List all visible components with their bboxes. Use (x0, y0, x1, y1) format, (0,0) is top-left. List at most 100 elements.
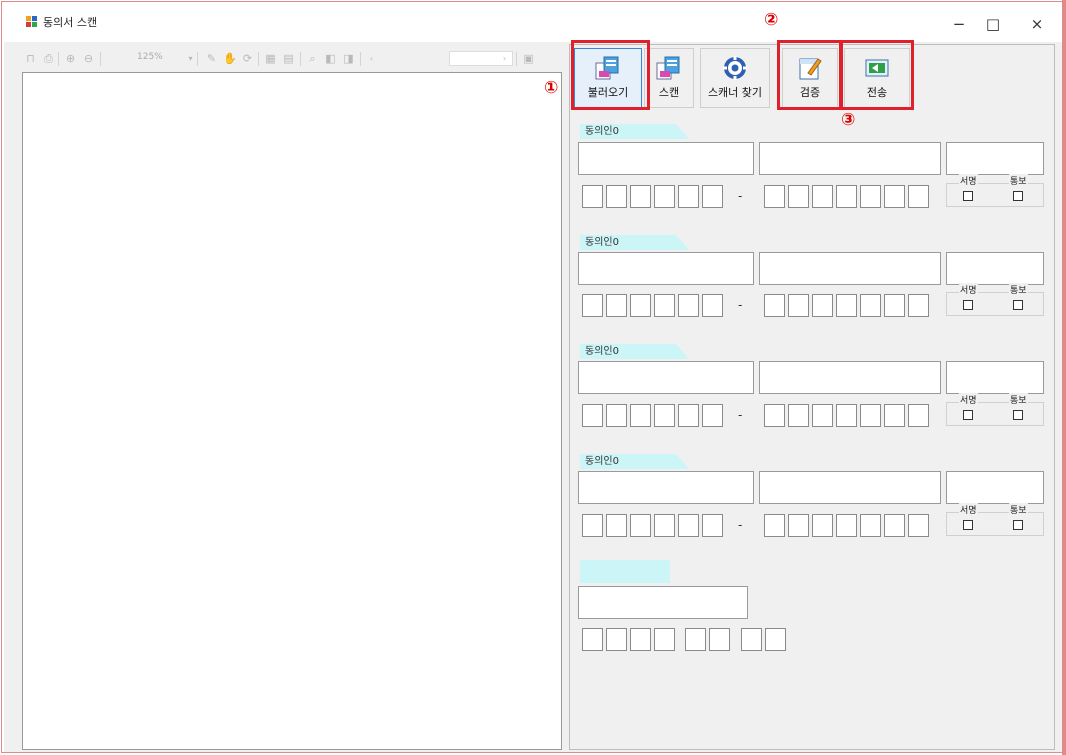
id-digit-cell[interactable] (678, 294, 699, 317)
id-digit-cell[interactable] (764, 404, 785, 427)
hand-icon[interactable]: ✋ (223, 52, 237, 65)
id-digit-cell[interactable] (654, 185, 675, 208)
id-digit-cell[interactable] (788, 514, 809, 537)
bottom-digit-cell[interactable] (709, 628, 730, 651)
zoom-in-icon[interactable]: ⊕ (64, 52, 77, 65)
id-digit-cell[interactable] (908, 294, 929, 317)
id-digit-cell[interactable] (702, 514, 723, 537)
fit-width-icon[interactable]: ▤ (282, 52, 295, 65)
id-digit-cell[interactable] (678, 404, 699, 427)
rotate-icon[interactable]: ⟳ (241, 52, 254, 65)
bottom-digit-cell[interactable] (582, 628, 603, 651)
id-digit-cell[interactable] (812, 404, 833, 427)
id-digit-cell[interactable] (884, 185, 905, 208)
id-digit-cell[interactable] (884, 404, 905, 427)
page-prev-icon[interactable]: ◧ (324, 52, 337, 65)
id-digit-cell[interactable] (702, 185, 723, 208)
id-digit-cell[interactable] (812, 185, 833, 208)
id-digit-cell[interactable] (678, 514, 699, 537)
id-digit-cell[interactable] (702, 404, 723, 427)
id-digit-cell[interactable] (884, 514, 905, 537)
id-digit-cell[interactable] (860, 404, 881, 427)
consenter-name-input[interactable] (578, 471, 754, 504)
consenter-extra-input[interactable] (946, 142, 1044, 175)
consenter-tab[interactable]: 동의인0 (580, 344, 689, 359)
consenter-relation-input[interactable] (759, 142, 941, 175)
id-digit-cell[interactable] (788, 294, 809, 317)
consenter-tab[interactable]: 동의인0 (580, 235, 689, 250)
id-digit-cell[interactable] (908, 404, 929, 427)
id-digit-cell[interactable] (836, 514, 857, 537)
consenter-relation-input[interactable] (759, 471, 941, 504)
zoom-dropdown-icon[interactable]: ▾ (184, 52, 197, 65)
consenter-tab[interactable]: 동의인0 (580, 454, 689, 469)
id-digit-cell[interactable] (702, 294, 723, 317)
select-icon[interactable]: ✎ (205, 52, 218, 65)
id-digit-cell[interactable] (764, 185, 785, 208)
notify-checkbox[interactable] (1013, 300, 1023, 310)
id-digit-cell[interactable] (764, 514, 785, 537)
zoom-out-icon[interactable]: ⊖ (82, 52, 95, 65)
consenter-name-input[interactable] (578, 252, 754, 285)
id-digit-cell[interactable] (884, 294, 905, 317)
id-digit-cell[interactable] (630, 185, 651, 208)
bottom-digit-cell[interactable] (741, 628, 762, 651)
id-digit-cell[interactable] (606, 294, 627, 317)
id-digit-cell[interactable] (908, 514, 929, 537)
close-button[interactable]: × (1025, 14, 1049, 34)
sign-checkbox[interactable] (963, 520, 973, 530)
id-digit-cell[interactable] (836, 294, 857, 317)
notify-checkbox[interactable] (1013, 191, 1023, 201)
minimize-button[interactable]: − (947, 14, 971, 34)
consenter-tab[interactable]: 동의인0 (580, 124, 689, 139)
save-icon[interactable]: ▣ (522, 52, 535, 65)
consenter-relation-input[interactable] (759, 252, 941, 285)
id-digit-cell[interactable] (678, 185, 699, 208)
search-icon[interactable]: ⌕ (306, 52, 319, 65)
first-page-icon[interactable]: ⊓ (24, 52, 37, 65)
sign-checkbox[interactable] (963, 410, 973, 420)
id-digit-cell[interactable] (788, 404, 809, 427)
consenter-name-input[interactable] (578, 142, 754, 175)
bottom-digit-cell[interactable] (654, 628, 675, 651)
title-bar[interactable]: 동의서 스캔 − □ × (2, 2, 1062, 42)
consenter-extra-input[interactable] (946, 361, 1044, 394)
id-digit-cell[interactable] (908, 185, 929, 208)
id-digit-cell[interactable] (582, 294, 603, 317)
bottom-digit-cell[interactable] (606, 628, 627, 651)
id-digit-cell[interactable] (606, 185, 627, 208)
zoom-level[interactable]: 125% (137, 52, 163, 62)
consenter-extra-input[interactable] (946, 252, 1044, 285)
id-digit-cell[interactable] (654, 404, 675, 427)
id-digit-cell[interactable] (654, 514, 675, 537)
id-digit-cell[interactable] (788, 185, 809, 208)
bottom-digit-cell[interactable] (685, 628, 706, 651)
id-digit-cell[interactable] (836, 404, 857, 427)
id-digit-cell[interactable] (582, 185, 603, 208)
fit-page-icon[interactable]: ▦ (264, 52, 277, 65)
id-digit-cell[interactable] (630, 404, 651, 427)
id-digit-cell[interactable] (860, 185, 881, 208)
print-icon[interactable]: ⎙ (42, 52, 55, 65)
bottom-tab[interactable] (580, 560, 670, 583)
id-digit-cell[interactable] (582, 404, 603, 427)
maximize-button[interactable]: □ (981, 14, 1005, 34)
bottom-digit-cell[interactable] (765, 628, 786, 651)
id-digit-cell[interactable] (812, 514, 833, 537)
sign-checkbox[interactable] (963, 191, 973, 201)
notify-checkbox[interactable] (1013, 520, 1023, 530)
next-page-icon[interactable]: › (498, 52, 511, 65)
consenter-extra-input[interactable] (946, 471, 1044, 504)
page-next-icon[interactable]: ◨ (342, 52, 355, 65)
id-digit-cell[interactable] (630, 294, 651, 317)
id-digit-cell[interactable] (836, 185, 857, 208)
id-digit-cell[interactable] (860, 514, 881, 537)
id-digit-cell[interactable] (606, 404, 627, 427)
bottom-text-input[interactable] (578, 586, 748, 619)
consenter-name-input[interactable] (578, 361, 754, 394)
id-digit-cell[interactable] (764, 294, 785, 317)
find-scanner-button[interactable]: 스캐너 찾기 (700, 48, 770, 108)
prev-page-icon[interactable]: ‹ (365, 52, 378, 65)
id-digit-cell[interactable] (860, 294, 881, 317)
id-digit-cell[interactable] (582, 514, 603, 537)
